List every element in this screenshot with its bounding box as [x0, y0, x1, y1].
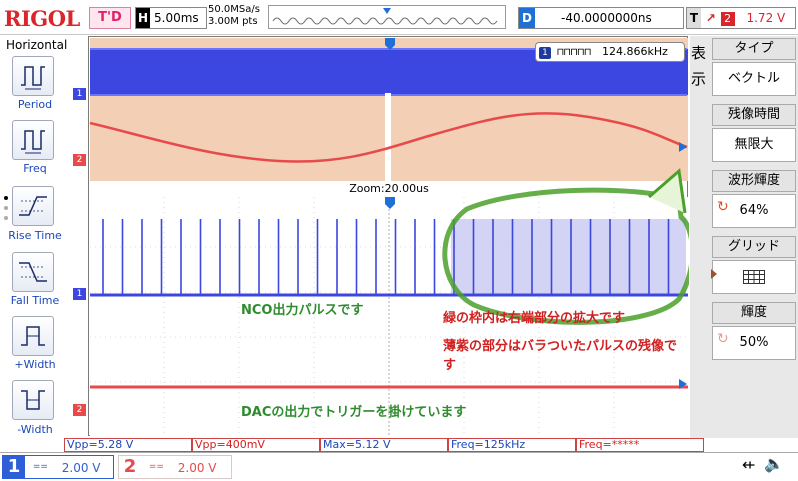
trigger-status-badge: T'D [89, 7, 131, 29]
measure-rise-time-label: Rise Time [8, 229, 62, 242]
knob-icon: ↻ [717, 199, 729, 215]
annotation-box: 緑の枠内は右端部分の拡大です [443, 311, 626, 326]
measure-fall-time-button[interactable] [12, 252, 54, 292]
pulse-icon: ⊓⊓⊓⊓⊓ [556, 47, 592, 58]
positive-width-icon [21, 326, 45, 346]
delay-value: -40.0000000ns [561, 11, 652, 25]
trigger-channel: 2 [720, 12, 735, 26]
menu-brightness-value: 50% [739, 335, 769, 350]
ch1-scale-box[interactable]: 1 == 2.00 V [2, 455, 114, 479]
memory-trigger-marker [383, 8, 391, 14]
page-indicator-dot [4, 206, 8, 210]
zoom-window-marker [385, 93, 391, 181]
annotation-nco: NCO出力パルスです [241, 303, 364, 318]
memory-overview [268, 5, 506, 29]
measure-period-label: Period [17, 98, 53, 111]
measure-rise-time-button[interactable] [12, 186, 54, 226]
annotation-dac: DACの出力でトリガーを掛けています [241, 405, 467, 420]
waveform-display[interactable]: 1 ⊓⊓⊓⊓⊓ 124.866kHz Zoom:20.00us NCO出力パルス… [88, 36, 689, 437]
menu-grid-title: グリッド [712, 236, 796, 258]
knob-icon: ↻ [717, 331, 729, 347]
waveform-canvas [89, 38, 689, 437]
measure-negative-width-label: -Width [17, 423, 53, 436]
trigger-label: T [687, 8, 701, 28]
measure-panel-title: Horizontal [6, 38, 68, 52]
usb-icon: ⇷ [742, 455, 756, 474]
menu-waveform-intensity-value: 64% [739, 203, 769, 218]
trigger-indicator[interactable]: T ↗ 2 1.72 V [686, 7, 796, 29]
ch1-number: 1 [3, 456, 25, 478]
measure-period-button[interactable] [12, 56, 54, 96]
dc-coupling-icon: == [32, 462, 48, 472]
counter-channel: 1 [539, 47, 551, 59]
memory-overview-waveform [272, 8, 498, 25]
freq-icon [21, 130, 45, 154]
counter-value: 124.866kHz [602, 45, 668, 58]
memory-depth: 3.00M pts [208, 16, 258, 27]
menu-brightness-title: 輝度 [712, 302, 796, 324]
ch1-zoom-offset-marker[interactable]: 1 [73, 288, 86, 300]
persistence-ghost-region [451, 219, 686, 295]
menu-persistence-title: 残像時間 [712, 104, 796, 126]
page-indicator-dot [4, 196, 8, 200]
timebase-value: 5.00ms [154, 11, 199, 25]
annotation-ghost: 薄紫の部分はバラついたパルスの残像です [443, 339, 678, 373]
trigger-level: 1.72 V [746, 11, 786, 25]
frequency-counter: 1 ⊓⊓⊓⊓⊓ 124.866kHz [535, 42, 685, 62]
measurement-ch1-freq: Freq=125kHz [448, 438, 576, 452]
sample-rate: 50.0MSa/s [208, 4, 260, 15]
measurement-ch1-vpp: Vpp=5.28 V [64, 438, 192, 452]
menu-type-button[interactable]: ベクトル [712, 62, 796, 96]
fall-time-icon [19, 262, 47, 282]
measurement-ch1-max: Max=5.12 V [320, 438, 448, 452]
measurement-ch2-freq: Freq=***** [576, 438, 704, 452]
measure-positive-width-label: +Width [14, 358, 56, 371]
measure-freq-label: Freq [23, 162, 47, 175]
dc-coupling-icon: == [148, 462, 164, 472]
negative-width-icon [21, 390, 45, 410]
measurement-ch2-vpp: Vpp=400mV [192, 438, 320, 452]
speaker-icon[interactable]: 🔈 [764, 454, 784, 473]
grid-icon [743, 269, 765, 284]
ch2-main-offset-marker[interactable]: 2 [73, 154, 86, 166]
ch1-scale: 2.00 V [61, 461, 101, 475]
arrow-right-icon [711, 269, 717, 279]
zoom-label: Zoom:20.00us [349, 182, 429, 195]
rising-edge-icon: ↗ [705, 11, 716, 25]
measure-fall-time-label: Fall Time [10, 294, 60, 307]
delay-indicator[interactable]: D -40.0000000ns [518, 7, 684, 29]
menu-type-title: タイプ [712, 38, 796, 60]
acquisition-info: 50.0MSa/s 3.00M pts [208, 4, 260, 28]
menu-waveform-intensity-title: 波形輝度 [712, 170, 796, 192]
menu-waveform-intensity-button[interactable]: ↻ 64% [712, 194, 796, 228]
ch1-main-offset-marker[interactable]: 1 [73, 88, 86, 100]
period-icon [21, 66, 45, 90]
measure-positive-width-button[interactable] [12, 316, 54, 356]
rigol-logo: RIGOL [4, 6, 80, 31]
ch2-number: 2 [123, 456, 137, 477]
menu-brightness-button[interactable]: ↻ 50% [712, 326, 796, 360]
menu-persistence-button[interactable]: 無限大 [712, 128, 796, 162]
measure-freq-button[interactable] [12, 120, 54, 160]
ch2-scale: 2.00 V [177, 461, 217, 475]
delay-label: D [519, 8, 535, 28]
measure-negative-width-button[interactable] [12, 380, 54, 420]
timebase-label: H [136, 8, 150, 28]
display-menu-title: 表示 [691, 44, 707, 88]
page-indicator-dot [4, 216, 8, 220]
ch2-scale-box[interactable]: 2 == 2.00 V [118, 455, 232, 479]
rise-time-icon [19, 196, 47, 216]
timebase-indicator[interactable]: H 5.00ms [135, 7, 207, 29]
ch2-zoom-offset-marker[interactable]: 2 [73, 404, 86, 416]
menu-grid-button[interactable] [711, 260, 796, 294]
